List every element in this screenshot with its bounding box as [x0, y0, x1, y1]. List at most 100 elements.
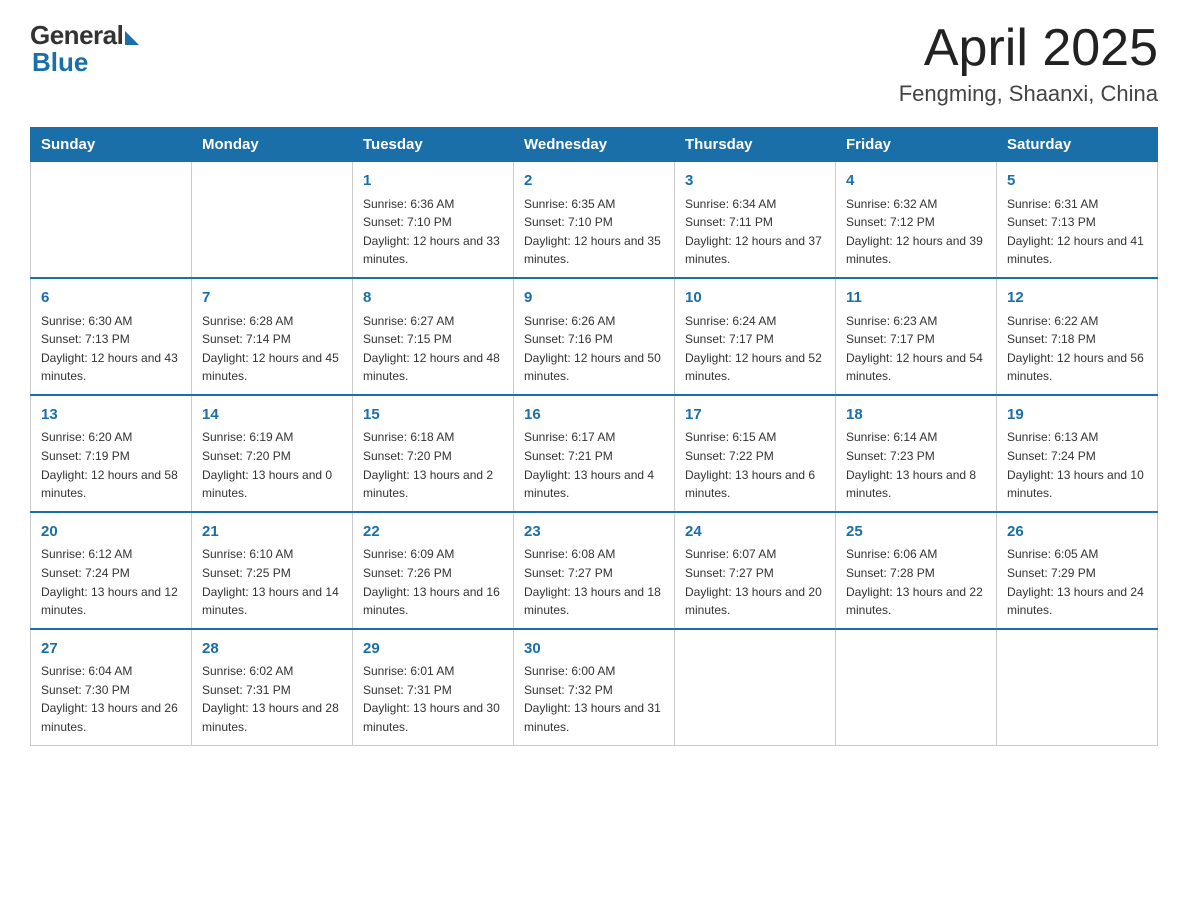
day-info: Sunrise: 6:05 AMSunset: 7:29 PMDaylight:…: [1007, 545, 1147, 619]
calendar-cell: 14Sunrise: 6:19 AMSunset: 7:20 PMDayligh…: [192, 395, 353, 512]
day-number: 27: [41, 638, 181, 661]
calendar-cell: 18Sunrise: 6:14 AMSunset: 7:23 PMDayligh…: [836, 395, 997, 512]
day-info: Sunrise: 6:27 AMSunset: 7:15 PMDaylight:…: [363, 312, 503, 386]
day-number: 21: [202, 521, 342, 544]
day-number: 19: [1007, 404, 1147, 427]
day-info: Sunrise: 6:26 AMSunset: 7:16 PMDaylight:…: [524, 312, 664, 386]
day-info: Sunrise: 6:10 AMSunset: 7:25 PMDaylight:…: [202, 545, 342, 619]
day-number: 24: [685, 521, 825, 544]
day-number: 5: [1007, 170, 1147, 193]
title-area: April 2025 Fengming, Shaanxi, China: [899, 20, 1158, 107]
day-number: 20: [41, 521, 181, 544]
calendar-cell: 19Sunrise: 6:13 AMSunset: 7:24 PMDayligh…: [997, 395, 1158, 512]
calendar-cell: 9Sunrise: 6:26 AMSunset: 7:16 PMDaylight…: [514, 278, 675, 395]
day-number: 2: [524, 170, 664, 193]
calendar-cell: 23Sunrise: 6:08 AMSunset: 7:27 PMDayligh…: [514, 512, 675, 629]
calendar-cell: 25Sunrise: 6:06 AMSunset: 7:28 PMDayligh…: [836, 512, 997, 629]
day-info: Sunrise: 6:31 AMSunset: 7:13 PMDaylight:…: [1007, 195, 1147, 269]
calendar-cell: [675, 629, 836, 745]
calendar-cell: 2Sunrise: 6:35 AMSunset: 7:10 PMDaylight…: [514, 162, 675, 278]
day-info: Sunrise: 6:14 AMSunset: 7:23 PMDaylight:…: [846, 428, 986, 502]
calendar-day-header: Wednesday: [514, 128, 675, 162]
calendar-cell: 7Sunrise: 6:28 AMSunset: 7:14 PMDaylight…: [192, 278, 353, 395]
calendar-cell: 13Sunrise: 6:20 AMSunset: 7:19 PMDayligh…: [31, 395, 192, 512]
calendar-day-header: Monday: [192, 128, 353, 162]
day-number: 25: [846, 521, 986, 544]
calendar-table: SundayMondayTuesdayWednesdayThursdayFrid…: [30, 127, 1158, 745]
calendar-week-row: 1Sunrise: 6:36 AMSunset: 7:10 PMDaylight…: [31, 162, 1158, 278]
calendar-cell: 4Sunrise: 6:32 AMSunset: 7:12 PMDaylight…: [836, 162, 997, 278]
day-number: 6: [41, 287, 181, 310]
calendar-cell: 3Sunrise: 6:34 AMSunset: 7:11 PMDaylight…: [675, 162, 836, 278]
day-number: 30: [524, 638, 664, 661]
day-info: Sunrise: 6:23 AMSunset: 7:17 PMDaylight:…: [846, 312, 986, 386]
day-number: 18: [846, 404, 986, 427]
day-number: 9: [524, 287, 664, 310]
day-info: Sunrise: 6:30 AMSunset: 7:13 PMDaylight:…: [41, 312, 181, 386]
calendar-cell: 28Sunrise: 6:02 AMSunset: 7:31 PMDayligh…: [192, 629, 353, 745]
day-info: Sunrise: 6:09 AMSunset: 7:26 PMDaylight:…: [363, 545, 503, 619]
day-info: Sunrise: 6:19 AMSunset: 7:20 PMDaylight:…: [202, 428, 342, 502]
calendar-cell: 5Sunrise: 6:31 AMSunset: 7:13 PMDaylight…: [997, 162, 1158, 278]
day-info: Sunrise: 6:13 AMSunset: 7:24 PMDaylight:…: [1007, 428, 1147, 502]
day-number: 22: [363, 521, 503, 544]
day-number: 10: [685, 287, 825, 310]
calendar-cell: 1Sunrise: 6:36 AMSunset: 7:10 PMDaylight…: [353, 162, 514, 278]
day-info: Sunrise: 6:17 AMSunset: 7:21 PMDaylight:…: [524, 428, 664, 502]
day-number: 16: [524, 404, 664, 427]
day-number: 8: [363, 287, 503, 310]
day-info: Sunrise: 6:32 AMSunset: 7:12 PMDaylight:…: [846, 195, 986, 269]
day-info: Sunrise: 6:36 AMSunset: 7:10 PMDaylight:…: [363, 195, 503, 269]
day-info: Sunrise: 6:08 AMSunset: 7:27 PMDaylight:…: [524, 545, 664, 619]
day-info: Sunrise: 6:15 AMSunset: 7:22 PMDaylight:…: [685, 428, 825, 502]
calendar-cell: [836, 629, 997, 745]
calendar-cell: 26Sunrise: 6:05 AMSunset: 7:29 PMDayligh…: [997, 512, 1158, 629]
calendar-subtitle: Fengming, Shaanxi, China: [899, 81, 1158, 107]
day-number: 15: [363, 404, 503, 427]
logo-blue-text: Blue: [32, 47, 88, 78]
calendar-cell: 27Sunrise: 6:04 AMSunset: 7:30 PMDayligh…: [31, 629, 192, 745]
calendar-day-header: Thursday: [675, 128, 836, 162]
calendar-cell: 22Sunrise: 6:09 AMSunset: 7:26 PMDayligh…: [353, 512, 514, 629]
calendar-cell: 6Sunrise: 6:30 AMSunset: 7:13 PMDaylight…: [31, 278, 192, 395]
calendar-cell: 20Sunrise: 6:12 AMSunset: 7:24 PMDayligh…: [31, 512, 192, 629]
calendar-cell: 12Sunrise: 6:22 AMSunset: 7:18 PMDayligh…: [997, 278, 1158, 395]
calendar-header-row: SundayMondayTuesdayWednesdayThursdayFrid…: [31, 128, 1158, 162]
day-info: Sunrise: 6:35 AMSunset: 7:10 PMDaylight:…: [524, 195, 664, 269]
calendar-title: April 2025: [899, 20, 1158, 77]
logo-triangle-icon: [125, 31, 139, 45]
day-number: 29: [363, 638, 503, 661]
day-info: Sunrise: 6:18 AMSunset: 7:20 PMDaylight:…: [363, 428, 503, 502]
calendar-week-row: 13Sunrise: 6:20 AMSunset: 7:19 PMDayligh…: [31, 395, 1158, 512]
calendar-week-row: 27Sunrise: 6:04 AMSunset: 7:30 PMDayligh…: [31, 629, 1158, 745]
day-number: 3: [685, 170, 825, 193]
calendar-cell: 17Sunrise: 6:15 AMSunset: 7:22 PMDayligh…: [675, 395, 836, 512]
day-info: Sunrise: 6:20 AMSunset: 7:19 PMDaylight:…: [41, 428, 181, 502]
calendar-day-header: Saturday: [997, 128, 1158, 162]
calendar-cell: 21Sunrise: 6:10 AMSunset: 7:25 PMDayligh…: [192, 512, 353, 629]
day-info: Sunrise: 6:06 AMSunset: 7:28 PMDaylight:…: [846, 545, 986, 619]
day-number: 11: [846, 287, 986, 310]
day-number: 26: [1007, 521, 1147, 544]
calendar-week-row: 20Sunrise: 6:12 AMSunset: 7:24 PMDayligh…: [31, 512, 1158, 629]
day-number: 17: [685, 404, 825, 427]
day-number: 28: [202, 638, 342, 661]
day-number: 13: [41, 404, 181, 427]
day-info: Sunrise: 6:01 AMSunset: 7:31 PMDaylight:…: [363, 662, 503, 736]
day-number: 12: [1007, 287, 1147, 310]
day-number: 4: [846, 170, 986, 193]
day-info: Sunrise: 6:34 AMSunset: 7:11 PMDaylight:…: [685, 195, 825, 269]
calendar-cell: 15Sunrise: 6:18 AMSunset: 7:20 PMDayligh…: [353, 395, 514, 512]
day-info: Sunrise: 6:00 AMSunset: 7:32 PMDaylight:…: [524, 662, 664, 736]
day-number: 1: [363, 170, 503, 193]
day-info: Sunrise: 6:12 AMSunset: 7:24 PMDaylight:…: [41, 545, 181, 619]
calendar-day-header: Friday: [836, 128, 997, 162]
calendar-cell: [31, 162, 192, 278]
calendar-week-row: 6Sunrise: 6:30 AMSunset: 7:13 PMDaylight…: [31, 278, 1158, 395]
calendar-cell: [997, 629, 1158, 745]
logo: General Blue: [30, 20, 139, 78]
calendar-cell: 24Sunrise: 6:07 AMSunset: 7:27 PMDayligh…: [675, 512, 836, 629]
header: General Blue April 2025 Fengming, Shaanx…: [30, 20, 1158, 107]
day-info: Sunrise: 6:24 AMSunset: 7:17 PMDaylight:…: [685, 312, 825, 386]
calendar-cell: 16Sunrise: 6:17 AMSunset: 7:21 PMDayligh…: [514, 395, 675, 512]
